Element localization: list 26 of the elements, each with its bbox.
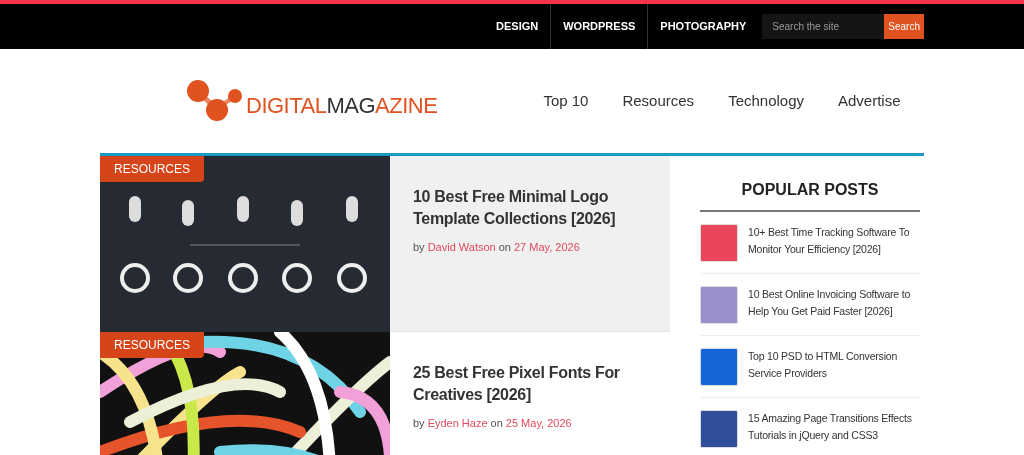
meta-text: by (413, 416, 425, 432)
nav-link[interactable]: Top 10 (543, 89, 589, 113)
nav-link[interactable]: Technology (728, 89, 804, 113)
nav-link[interactable]: PHOTOGRAPHY (647, 4, 759, 49)
search-button[interactable]: Search (884, 14, 924, 39)
popular-post-link[interactable]: Top 10 PSD to HTML Conversion Service Providers (748, 348, 920, 382)
post-date: 25 May, 2026 (505, 416, 572, 432)
category-tag[interactable]: RESOURCES (100, 332, 204, 358)
nav-link[interactable]: Advertise (838, 89, 901, 113)
popular-post-link[interactable]: 10 Best Online Invoicing Software to Help You Get Paid Faster [2026] (748, 286, 920, 320)
author-link[interactable]: David Watson (427, 239, 496, 256)
search-field[interactable]: Search the site (762, 14, 885, 39)
nav-link[interactable]: WORDPRESS (550, 4, 648, 49)
post-date: 27 May, 2026 (513, 240, 580, 256)
meta-text: on (490, 416, 503, 432)
sidebar-heading: POPULAR POSTS (700, 156, 920, 213)
popular-post-link[interactable]: 15 Amazing Page Transitions Effects Tutorials in jQuery and CSS3 (748, 410, 920, 444)
popular-post-link[interactable]: 10+ Best Time Tracking Software To Monitor Your Efficiency [2026] (748, 224, 920, 258)
post-title[interactable]: 25 Best Free Pixel Fonts For Creatives [2026] (413, 362, 660, 406)
meta-text: on (498, 240, 511, 256)
nav-link[interactable]: DESIGN (484, 4, 551, 49)
post-title[interactable]: 10 Best Free Minimal Logo Template Collections [2026] (413, 186, 660, 230)
nav-link[interactable]: Resources (622, 89, 695, 113)
logo-text[interactable]: DIGITALMAGAZINE (246, 88, 438, 122)
meta-text: by (413, 240, 425, 256)
author-link[interactable]: Eyden Haze (427, 415, 488, 432)
